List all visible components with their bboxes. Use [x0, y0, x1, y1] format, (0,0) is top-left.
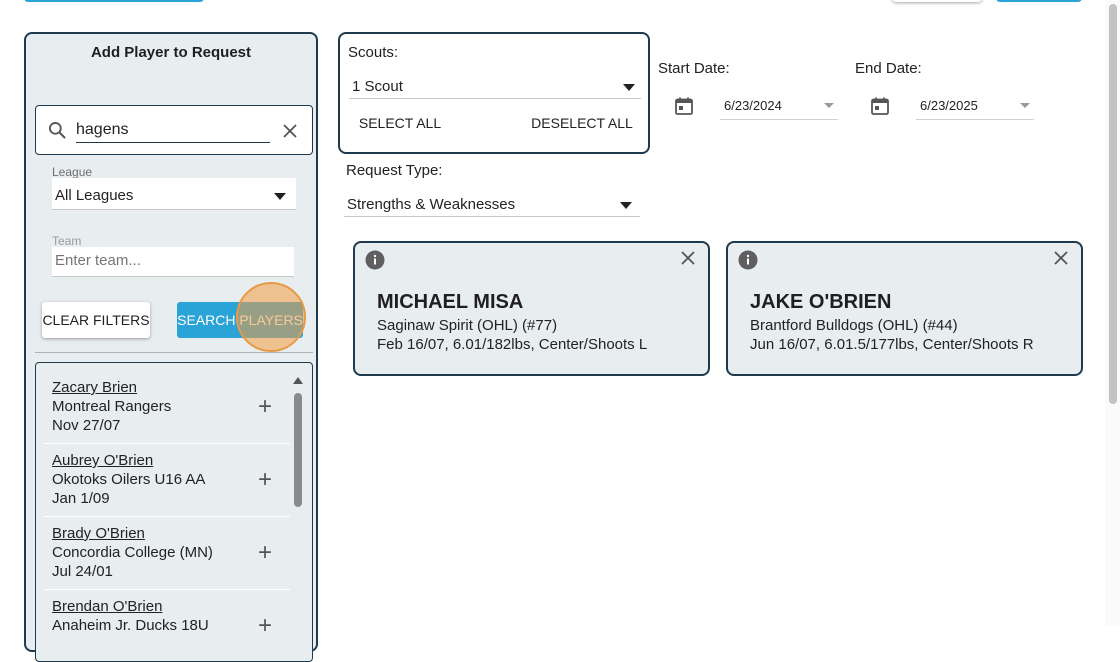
team-label: Team	[52, 234, 82, 248]
deselect-all-button[interactable]: DESELECT ALL	[530, 110, 634, 136]
select-all-button[interactable]: SELECT ALL	[354, 110, 446, 136]
league-select[interactable]: All Leagues	[52, 178, 296, 210]
add-player-panel: Add Player to Request League All Leagues…	[24, 32, 318, 662]
player-dob: Nov 27/07	[52, 417, 121, 434]
league-value: All Leagues	[55, 187, 134, 204]
player-name-link[interactable]: Brady O'Brien	[52, 525, 145, 542]
scouts-label: Scouts:	[348, 44, 399, 61]
player-card-details: Jun 16/07, 6.01.5/177lbs, Center/Shoots …	[750, 336, 1034, 353]
league-label: League	[52, 165, 93, 179]
calendar-icon[interactable]	[674, 96, 694, 116]
chevron-down-icon	[1020, 103, 1030, 108]
player-card: JAKE O'BRIEN Brantford Bulldogs (OHL) (#…	[726, 241, 1083, 376]
scroll-up-icon[interactable]	[293, 377, 303, 384]
player-name-link[interactable]: Brendan O'Brien	[52, 598, 162, 615]
team-field[interactable]	[52, 247, 294, 277]
player-team: Montreal Rangers	[52, 398, 172, 415]
results-scrollbar-thumb[interactable]	[294, 393, 302, 507]
panel-title: Add Player to Request	[90, 44, 252, 61]
request-type-label: Request Type:	[346, 162, 443, 179]
end-date-value: 6/23/2025	[920, 98, 978, 113]
plus-icon[interactable]: +	[258, 395, 272, 419]
request-type-value: Strengths & Weaknesses	[347, 196, 516, 213]
start-date-field[interactable]: 6/23/2024	[720, 92, 838, 120]
top-left-button-edge[interactable]	[24, 0, 204, 2]
player-card-name: JAKE O'BRIEN	[750, 291, 892, 313]
page-scrollbar-thumb[interactable]	[1109, 4, 1117, 404]
chevron-down-icon	[623, 84, 635, 91]
player-name-link[interactable]: Zacary Brien	[52, 379, 137, 396]
end-date-label: End Date:	[855, 60, 922, 77]
player-card-team: Saginaw Spirit (OHL) (#77)	[377, 317, 558, 334]
scouts-select[interactable]: 1 Scout	[349, 72, 641, 99]
info-icon[interactable]	[738, 250, 758, 270]
player-name-link[interactable]: Aubrey O'Brien	[52, 452, 153, 469]
player-dob: Jan 1/09	[52, 490, 110, 507]
player-team: Concordia College (MN)	[52, 544, 213, 561]
chevron-down-icon	[824, 103, 834, 108]
list-item[interactable]: Brendan O'Brien Anaheim Jr. Ducks 18U +	[44, 590, 290, 661]
player-card-name: MICHAEL MISA	[377, 291, 524, 313]
end-date-field[interactable]: 6/23/2025	[916, 92, 1034, 120]
chevron-down-icon	[274, 193, 286, 200]
calendar-icon[interactable]	[870, 96, 890, 116]
player-search-box	[35, 105, 313, 155]
search-players-button[interactable]: SEARCH PLAYERS	[177, 302, 303, 338]
close-icon[interactable]	[680, 250, 696, 266]
results-scrollbar[interactable]	[293, 377, 303, 661]
close-icon[interactable]	[282, 123, 298, 139]
list-item[interactable]: Zacary Brien Montreal Rangers Nov 27/07 …	[44, 371, 290, 444]
scouts-value: 1 Scout	[352, 78, 403, 95]
player-card: MICHAEL MISA Saginaw Spirit (OHL) (#77) …	[353, 241, 710, 376]
search-icon	[49, 122, 66, 139]
close-icon[interactable]	[1053, 250, 1069, 266]
top-right-secondary-button-edge[interactable]	[892, 0, 982, 2]
player-card-details: Feb 16/07, 6.01/182lbs, Center/Shoots L	[377, 336, 648, 353]
info-icon[interactable]	[365, 250, 385, 270]
start-date-value: 6/23/2024	[724, 98, 782, 113]
player-results-list: Zacary Brien Montreal Rangers Nov 27/07 …	[35, 362, 313, 662]
start-date-label: Start Date:	[658, 60, 730, 77]
clear-filters-button[interactable]: CLEAR FILTERS	[42, 302, 150, 338]
request-type-select[interactable]: Strengths & Weaknesses	[344, 190, 640, 217]
player-dob: Jul 24/01	[52, 563, 113, 580]
chevron-down-icon	[620, 202, 632, 209]
list-item[interactable]: Aubrey O'Brien Okotoks Oilers U16 AA Jan…	[44, 444, 290, 517]
list-item[interactable]: Brady O'Brien Concordia College (MN) Jul…	[44, 517, 290, 590]
scouts-box: Scouts: 1 Scout SELECT ALL DESELECT ALL	[338, 32, 650, 154]
divider	[35, 352, 313, 353]
player-team: Okotoks Oilers U16 AA	[52, 471, 206, 488]
top-right-primary-button-edge[interactable]	[996, 0, 1082, 2]
plus-icon[interactable]: +	[258, 468, 272, 492]
plus-icon[interactable]: +	[258, 614, 272, 638]
player-search-input[interactable]	[76, 118, 270, 143]
player-card-team: Brantford Bulldogs (OHL) (#44)	[750, 317, 958, 334]
team-input[interactable]	[55, 252, 285, 269]
plus-icon[interactable]: +	[258, 541, 272, 565]
